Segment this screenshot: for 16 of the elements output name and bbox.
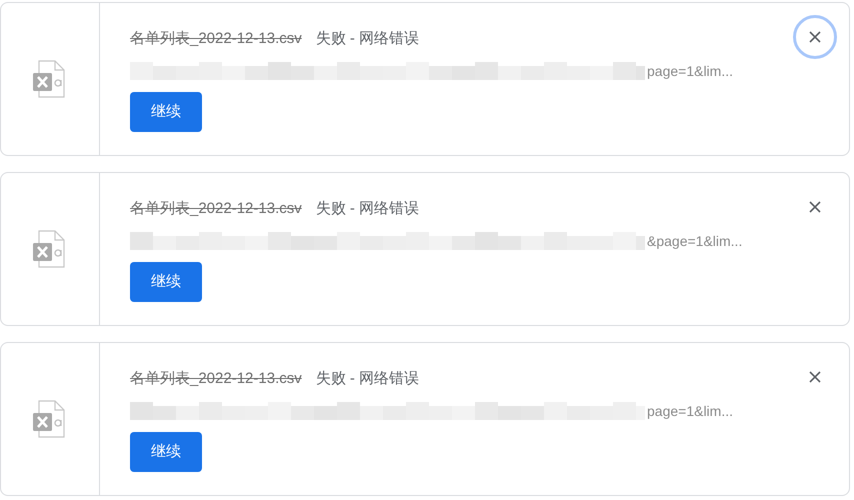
close-icon bbox=[809, 201, 821, 213]
file-name: 名单列表_2022-12-13.csv bbox=[130, 198, 302, 219]
download-status: 失败 - 网络错误 bbox=[316, 198, 420, 219]
download-status: 失败 - 网络错误 bbox=[316, 368, 420, 389]
resume-button[interactable]: 继续 bbox=[130, 262, 202, 302]
resume-button[interactable]: 继续 bbox=[130, 92, 202, 132]
file-name: 名单列表_2022-12-13.csv bbox=[130, 28, 302, 49]
download-url[interactable]: page=1&lim... bbox=[647, 400, 733, 422]
download-url[interactable]: &page=1&lim... bbox=[647, 230, 742, 252]
download-url[interactable]: page=1&lim... bbox=[647, 60, 733, 82]
close-icon bbox=[809, 31, 821, 43]
file-name: 名单列表_2022-12-13.csv bbox=[130, 368, 302, 389]
download-status: 失败 - 网络错误 bbox=[316, 28, 420, 49]
close-icon bbox=[809, 371, 821, 383]
close-button[interactable] bbox=[793, 15, 837, 59]
resume-button[interactable]: 继续 bbox=[130, 432, 202, 472]
